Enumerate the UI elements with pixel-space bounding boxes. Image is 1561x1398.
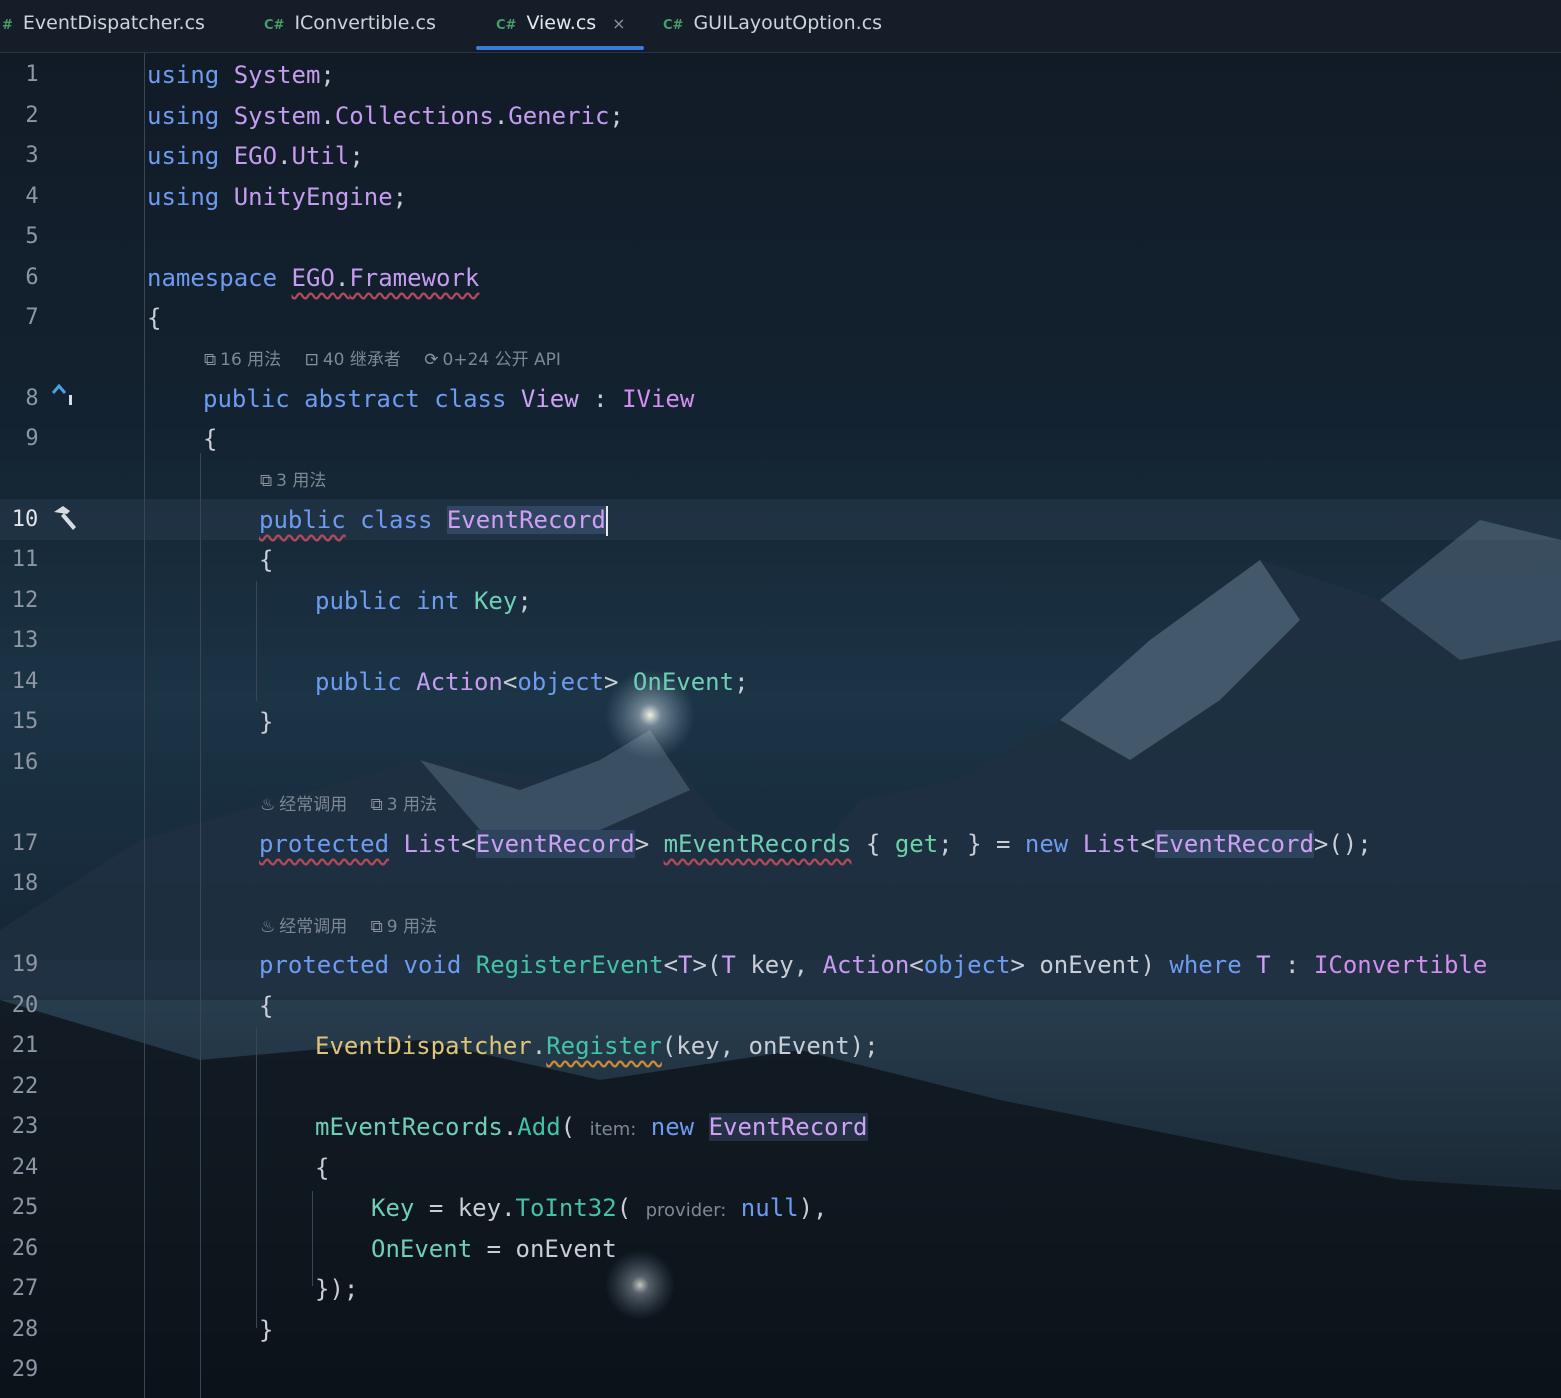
code-line: namespace EGO.Framework <box>147 264 480 292</box>
line-number: 23 <box>11 1114 39 1139</box>
code-line: using UnityEngine; <box>147 183 408 211</box>
tab-label: EventDispatcher.cs <box>22 12 205 34</box>
code-line: using System.Collections.Generic; <box>147 102 624 130</box>
line-number: 9 <box>25 426 39 451</box>
code-line: { <box>315 1154 330 1182</box>
inheritors-icon: ⊡ <box>304 350 319 370</box>
tab-view[interactable]: C# View.cs × <box>476 0 644 50</box>
line-number: 26 <box>11 1236 39 1261</box>
code-line: { <box>259 992 274 1020</box>
indent-guide <box>312 1191 313 1286</box>
code-line: public abstract class View : IView <box>203 385 695 413</box>
line-number: 27 <box>11 1276 39 1301</box>
line-number: 11 <box>11 547 39 572</box>
code-editor[interactable]: 1 2 3 4 5 6 7 8 9 10 11 12 13 14 15 16 1… <box>0 53 1561 1398</box>
line-number: 5 <box>25 224 39 249</box>
usages-icon: ⧉ <box>370 795 383 815</box>
code-vision-hint[interactable]: ⧉ 16 用法 ⊡ 40 继承者 ⟳ 0+24 公开 API <box>204 345 561 375</box>
line-number: 15 <box>11 709 39 734</box>
line-number: 19 <box>11 952 39 977</box>
code-line: protected List<EventRecord> mEventRecord… <box>259 830 1372 858</box>
usages-icon: ⧉ <box>260 471 273 491</box>
csharp-file-icon: C# <box>663 18 684 33</box>
line-number: 18 <box>11 871 39 896</box>
close-tab-icon[interactable]: × <box>612 14 625 33</box>
tab-label: GUILayoutOption.cs <box>693 12 883 34</box>
tab-gui-layout-option[interactable]: C# GUILayoutOption.cs <box>663 0 882 50</box>
code-line: using EGO.Util; <box>147 142 364 170</box>
tab-label: View.cs <box>526 12 597 34</box>
line-number: 16 <box>11 750 39 775</box>
code-line: protected void RegisterEvent<T>(T key, A… <box>259 951 1488 979</box>
code-line: { <box>147 304 162 332</box>
code-line: EventDispatcher.Register(key, onEvent); <box>315 1032 879 1060</box>
indent-guide <box>200 453 201 1398</box>
parameter-name-hint: provider: <box>645 1200 727 1221</box>
code-line: public class EventRecord <box>259 506 608 536</box>
line-number: 10 <box>11 507 39 532</box>
code-line: { <box>259 546 274 574</box>
code-line: using System; <box>147 61 335 89</box>
implementation-up-icon[interactable] <box>50 381 76 414</box>
line-number: 13 <box>11 628 39 653</box>
line-number: 2 <box>25 103 39 128</box>
code-line: Key = key.ToInt32( provider: null), <box>371 1194 828 1222</box>
usages-icon: ⧉ <box>204 350 217 370</box>
line-number: 24 <box>11 1155 39 1180</box>
code-line: mEventRecords.Add( item: new EventRecord <box>315 1113 868 1141</box>
code-vision-hint[interactable]: ♨ 经常调用 ⧉ 3 用法 <box>260 790 437 820</box>
indent-guide <box>144 53 145 1398</box>
usages-icon: ⧉ <box>370 917 383 937</box>
code-line: { <box>203 425 218 453</box>
parameter-name-hint: item: <box>589 1119 637 1140</box>
current-line-highlight <box>0 499 1561 540</box>
tab-label: IConvertible.cs <box>294 12 436 34</box>
line-number: 17 <box>11 831 39 856</box>
line-number: 4 <box>25 184 39 209</box>
indent-guide <box>256 581 257 701</box>
line-number: 20 <box>11 993 39 1018</box>
tab-iconvertible[interactable]: C# IConvertible.cs <box>264 0 436 50</box>
line-number: 7 <box>25 305 39 330</box>
line-number: 1 <box>25 62 39 87</box>
code-line: }); <box>315 1275 359 1303</box>
line-number: 25 <box>11 1195 39 1220</box>
code-line: public int Key; <box>315 587 532 615</box>
public-api-icon: ⟳ <box>424 350 439 370</box>
code-vision-hint[interactable]: ⧉ 3 用法 <box>260 466 326 496</box>
line-number: 14 <box>11 669 39 694</box>
editor-tab-bar: # EventDispatcher.cs C# IConvertible.cs C#… <box>0 0 1561 53</box>
line-number: 29 <box>11 1357 39 1382</box>
line-number: 28 <box>11 1317 39 1342</box>
line-number: 3 <box>25 143 39 168</box>
code-line: } <box>259 708 274 736</box>
flame-icon: ♨ <box>260 917 276 937</box>
line-number: 12 <box>11 588 39 613</box>
csharp-file-icon: # <box>2 18 13 33</box>
code-line: OnEvent = onEvent <box>371 1235 617 1263</box>
line-number: 21 <box>11 1033 39 1058</box>
code-vision-hint[interactable]: ♨ 经常调用 ⧉ 9 用法 <box>260 912 437 942</box>
code-line: public Action<object> OnEvent; <box>315 668 749 696</box>
line-number: 22 <box>11 1074 39 1099</box>
indent-guide <box>256 1028 257 1328</box>
hammer-icon[interactable] <box>50 503 80 538</box>
csharp-file-icon: C# <box>496 18 517 33</box>
text-cursor <box>605 506 608 536</box>
line-number: 6 <box>25 265 39 290</box>
code-line: } <box>259 1316 274 1344</box>
csharp-file-icon: C# <box>264 18 285 33</box>
tab-event-dispatcher[interactable]: # EventDispatcher.cs <box>2 0 205 50</box>
active-tab-indicator <box>476 46 644 50</box>
flame-icon: ♨ <box>260 795 276 815</box>
line-number: 8 <box>25 386 39 411</box>
